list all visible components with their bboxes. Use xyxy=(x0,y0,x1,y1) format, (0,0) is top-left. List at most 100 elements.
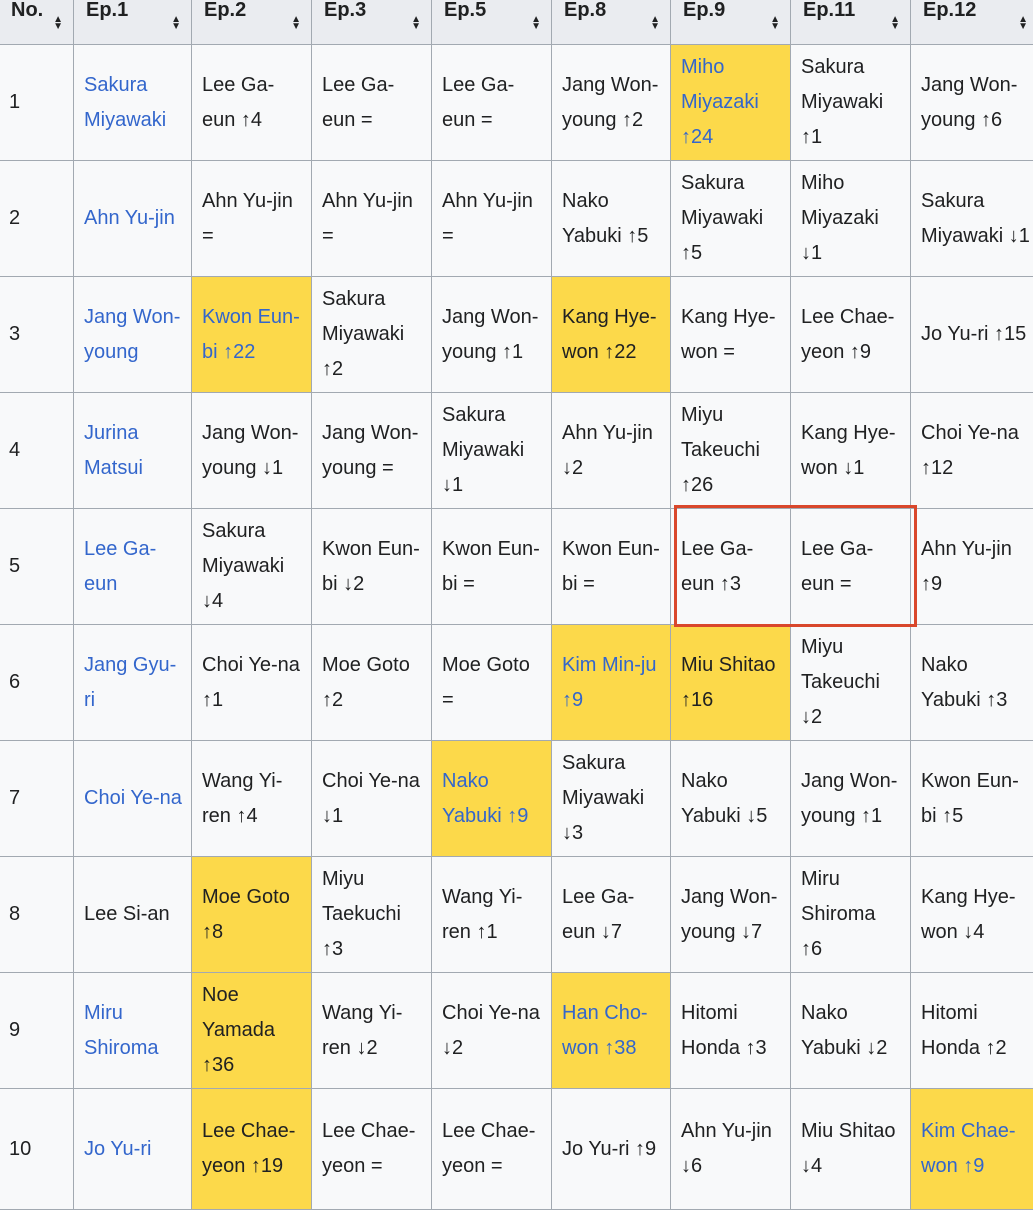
contestant-cell: Sakura Miyawaki ↑1 xyxy=(791,45,911,161)
contestant-cell: Sakura Miyawaki ↓1 xyxy=(432,393,552,509)
contestant-cell: Hitomi Honda ↑3 xyxy=(671,973,791,1089)
contestant-cell: Jang Won-young = xyxy=(312,393,432,509)
contestant-link-cell[interactable]: Jurina Matsui xyxy=(74,393,192,509)
contestant-cell: Jo Yu-ri ↑9 xyxy=(552,1089,671,1210)
contestant-cell: Kwon Eun-bi ↑5 xyxy=(911,741,1033,857)
contestant-cell: Miru Shiroma ↑6 xyxy=(791,857,911,973)
rank-number: 7 xyxy=(0,741,74,857)
sort-updown-icon[interactable]: ▲▼ xyxy=(890,0,900,44)
contestant-cell: Ahn Yu-jin ↑9 xyxy=(911,509,1033,625)
contestant-cell: Jang Won-young ↑1 xyxy=(432,277,552,393)
column-header-no[interactable]: No.▲▼ xyxy=(0,0,74,45)
contestant-cell: Ahn Yu-jin = xyxy=(432,161,552,277)
column-header-ep3[interactable]: Ep.3 ▲▼ xyxy=(312,0,432,45)
contestant-cell: Nako Yabuki ↑5 xyxy=(552,161,671,277)
contestant-cell: Ahn Yu-jin ↓6 xyxy=(671,1089,791,1210)
contestant-link-cell[interactable]: Sakura Miyawaki xyxy=(74,45,192,161)
contestant-cell: Kwon Eun-bi = xyxy=(552,509,671,625)
contestant-cell: Ahn Yu-jin = xyxy=(312,161,432,277)
contestant-link-cell[interactable]: Jang Won-young xyxy=(74,277,192,393)
contestant-cell: Ahn Yu-jin = xyxy=(192,161,312,277)
column-header-ep2[interactable]: Ep.2▲▼ xyxy=(192,0,312,45)
sort-updown-icon[interactable]: ▲▼ xyxy=(650,0,660,44)
contestant-cell: Jang Won-young ↓7 xyxy=(671,857,791,973)
rank-number: 10 xyxy=(0,1089,74,1210)
table-row: 5Lee Ga-eunSakura Miyawaki ↓4Kwon Eun-bi… xyxy=(0,509,1033,625)
contestant-cell: Choi Ye-na ↑12 xyxy=(911,393,1033,509)
contestant-cell: Kang Hye-won ↓1 xyxy=(791,393,911,509)
table-row: 10Jo Yu-riLee Chae-yeon ↑19Lee Chae-yeon… xyxy=(0,1089,1033,1210)
contestant-cell: Jang Won-young ↑6 xyxy=(911,45,1033,161)
table-row: 4Jurina MatsuiJang Won-young ↓1Jang Won-… xyxy=(0,393,1033,509)
contestant-cell: Lee Si-an xyxy=(74,857,192,973)
contestant-cell: Jang Won-young ↑1 xyxy=(791,741,911,857)
table-row: 3Jang Won-youngKwon Eun-bi ↑22Sakura Miy… xyxy=(0,277,1033,393)
table-body: 1Sakura MiyawakiLee Ga-eun ↑4Lee Ga-eun … xyxy=(0,45,1033,1210)
contestant-cell: Hitomi Honda ↑2 xyxy=(911,973,1033,1089)
contestant-link-cell[interactable]: Nako Yabuki ↑9 xyxy=(432,741,552,857)
sort-updown-icon[interactable]: ▲▼ xyxy=(411,0,421,44)
contestant-cell: Miyu Takeuchi ↓2 xyxy=(791,625,911,741)
rank-number: 8 xyxy=(0,857,74,973)
contestant-link-cell[interactable]: Choi Ye-na xyxy=(74,741,192,857)
contestant-cell: Ahn Yu-jin ↓2 xyxy=(552,393,671,509)
contestant-cell: Jo Yu-ri ↑15 xyxy=(911,277,1033,393)
contestant-cell: Lee Chae-yeon ↑9 xyxy=(791,277,911,393)
rank-number: 3 xyxy=(0,277,74,393)
rank-number: 6 xyxy=(0,625,74,741)
contestant-link-cell[interactable]: Jang Gyu-ri xyxy=(74,625,192,741)
contestant-cell: Sakura Miyawaki ↓1 xyxy=(911,161,1033,277)
header-row: No.▲▼Ep.1▲▼Ep.2▲▼Ep.3▲▼Ep.5▲▼Ep.8▲▼Ep.9▲… xyxy=(0,0,1033,45)
column-header-ep1[interactable]: Ep.1▲▼ xyxy=(74,0,192,45)
column-header-ep12[interactable]: Ep.12▲▼ xyxy=(911,0,1033,45)
contestant-cell: Lee Ga-eun = xyxy=(791,509,911,625)
contestant-cell: Lee Ga-eun = xyxy=(312,45,432,161)
contestant-cell: Kang Hye-won ↓4 xyxy=(911,857,1033,973)
column-header-ep5[interactable]: Ep.5▲▼ xyxy=(432,0,552,45)
contestant-cell: Moe Goto = xyxy=(432,625,552,741)
sort-updown-icon[interactable]: ▲▼ xyxy=(770,0,780,44)
contestant-cell: Moe Goto ↑8 xyxy=(192,857,312,973)
contestant-cell: Kwon Eun-bi = xyxy=(432,509,552,625)
rank-number: 5 xyxy=(0,509,74,625)
contestant-cell: Miu Shitao ↑16 xyxy=(671,625,791,741)
rank-number: 9 xyxy=(0,973,74,1089)
contestant-cell: Choi Ye-na ↓1 xyxy=(312,741,432,857)
contestant-link-cell[interactable]: Han Cho-won ↑38 xyxy=(552,973,671,1089)
sort-updown-icon[interactable]: ▲▼ xyxy=(171,0,181,44)
contestant-cell: Jang Won-young ↑2 xyxy=(552,45,671,161)
column-header-label: Ep.8 xyxy=(564,0,606,21)
contestant-cell: Wang Yi-ren ↓2 xyxy=(312,973,432,1089)
column-header-ep11[interactable]: Ep.11▲▼ xyxy=(791,0,911,45)
contestant-cell: Noe Yamada ↑36 xyxy=(192,973,312,1089)
table-row: 1Sakura MiyawakiLee Ga-eun ↑4Lee Ga-eun … xyxy=(0,45,1033,161)
contestant-cell: Lee Ga-eun ↑3 xyxy=(671,509,791,625)
contestant-link-cell[interactable]: Jo Yu-ri xyxy=(74,1089,192,1210)
sort-updown-icon[interactable]: ▲▼ xyxy=(531,0,541,44)
contestant-cell: Miyu Taekuchi ↑3 xyxy=(312,857,432,973)
contestant-link-cell[interactable]: Miru Shiroma xyxy=(74,973,192,1089)
contestant-link-cell[interactable]: Ahn Yu-jin xyxy=(74,161,192,277)
rank-number: 4 xyxy=(0,393,74,509)
contestant-cell: Nako Yabuki ↓2 xyxy=(791,973,911,1089)
column-header-label: Ep.9 xyxy=(683,0,725,21)
contestant-link-cell[interactable]: Lee Ga-eun xyxy=(74,509,192,625)
column-header-ep9[interactable]: Ep.9 ▲▼ xyxy=(671,0,791,45)
contestant-cell: Wang Yi-ren ↑1 xyxy=(432,857,552,973)
contestant-link-cell[interactable]: Kim Chae-won ↑9 xyxy=(911,1089,1033,1210)
contestant-cell: Lee Chae-yeon ↑19 xyxy=(192,1089,312,1210)
sort-updown-icon[interactable]: ▲▼ xyxy=(53,0,63,44)
rank-number: 2 xyxy=(0,161,74,277)
contestant-cell: Sakura Miyawaki ↑5 xyxy=(671,161,791,277)
contestant-link-cell[interactable]: Miho Miyazaki ↑24 xyxy=(671,45,791,161)
contestant-link-cell[interactable]: Kwon Eun-bi ↑22 xyxy=(192,277,312,393)
contestant-link-cell[interactable]: Kim Min-ju ↑9 xyxy=(552,625,671,741)
column-header-ep8[interactable]: Ep.8 ▲▼ xyxy=(552,0,671,45)
contestant-cell: Jang Won-young ↓1 xyxy=(192,393,312,509)
column-header-label: Ep.3 xyxy=(324,0,366,21)
ranking-table: No.▲▼Ep.1▲▼Ep.2▲▼Ep.3▲▼Ep.5▲▼Ep.8▲▼Ep.9▲… xyxy=(0,0,1033,1210)
contestant-cell: Nako Yabuki ↑3 xyxy=(911,625,1033,741)
sort-updown-icon[interactable]: ▲▼ xyxy=(1018,0,1028,44)
sort-updown-icon[interactable]: ▲▼ xyxy=(291,0,301,44)
contestant-cell: Lee Ga-eun ↑4 xyxy=(192,45,312,161)
